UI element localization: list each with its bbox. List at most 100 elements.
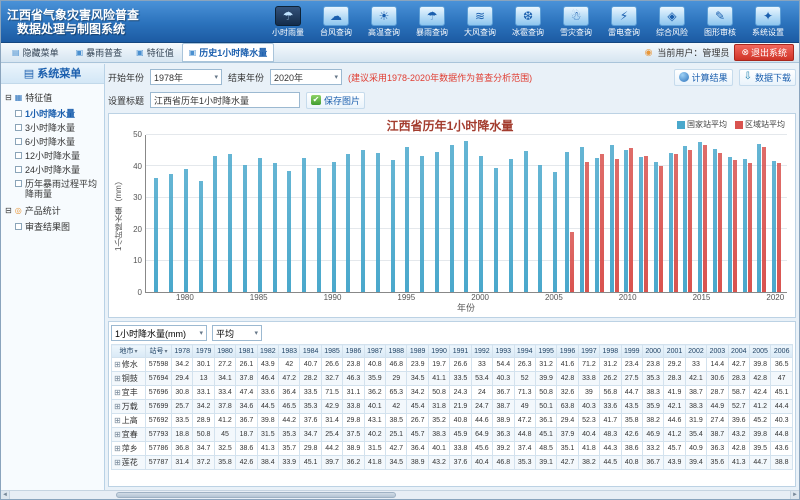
scroll-left-icon[interactable]: ◄ bbox=[1, 491, 10, 499]
sidebar-item-0-4[interactable]: 24小时降水量 bbox=[3, 163, 102, 177]
table-row-6[interactable]: ⊞萍乡5778636.834.732.538.641.335.729.844.2… bbox=[112, 442, 793, 456]
save-image-button[interactable]: ✔ 保存图片 bbox=[306, 92, 365, 109]
cell-value: 42 bbox=[279, 358, 300, 372]
cell-value: 29.2 bbox=[664, 358, 685, 372]
expand-icon[interactable]: ⊞ bbox=[114, 374, 121, 383]
item-checkbox[interactable] bbox=[15, 180, 22, 187]
expand-icon[interactable]: ⊞ bbox=[114, 430, 121, 439]
cell-value: 35.8 bbox=[621, 414, 642, 428]
toolbar-item-snow[interactable]: ☃雪灾查询 bbox=[553, 5, 599, 38]
cell-value: 41.2 bbox=[664, 428, 685, 442]
bar-group-2003 bbox=[518, 135, 533, 292]
toolbar-item-high-temp[interactable]: ☀高温查询 bbox=[361, 5, 407, 38]
toolbar-item-hail[interactable]: ❆冰雹查询 bbox=[505, 5, 551, 38]
sidebar-item-label: 1小时降水量 bbox=[25, 109, 75, 119]
cell-city: ⊞铜鼓 bbox=[112, 372, 146, 386]
chart-title-input[interactable] bbox=[150, 92, 300, 108]
toolbar-item-risk[interactable]: ◈综合风险 bbox=[649, 5, 695, 38]
table-row-3[interactable]: ⊞万载5769925.734.237.834.644.546.535.342.9… bbox=[112, 400, 793, 414]
toolbar-item-review[interactable]: ✎图形审核 bbox=[697, 5, 743, 38]
table-row-4[interactable]: ⊞上高5769233.528.941.236.739.844.237.631.4… bbox=[112, 414, 793, 428]
cell-value: 47 bbox=[771, 372, 793, 386]
bar-group-1985 bbox=[252, 135, 267, 292]
table-row-1[interactable]: ⊞铜鼓5769429.41334.137.846.447.228.232.746… bbox=[112, 372, 793, 386]
table-row-5[interactable]: ⊞宜春5779318.850.84518.731.535.334.725.437… bbox=[112, 428, 793, 442]
bar-group-2016 bbox=[710, 135, 725, 292]
expand-icon[interactable]: ⊞ bbox=[114, 416, 121, 425]
sidebar-item-0-2[interactable]: 6小时降水量 bbox=[3, 135, 102, 149]
collapse-icon[interactable]: ⊟ bbox=[5, 93, 12, 102]
cell-value: 42.1 bbox=[685, 372, 706, 386]
toolbar-item-typhoon[interactable]: ☁台风查询 bbox=[313, 5, 359, 38]
x-tick bbox=[162, 293, 176, 303]
calculate-button[interactable]: 计算结果 bbox=[674, 69, 733, 86]
item-checkbox[interactable] bbox=[15, 152, 22, 159]
toolbar-item-rainstorm[interactable]: ☂暴雨查询 bbox=[409, 5, 455, 38]
cell-value: 35.3 bbox=[642, 372, 663, 386]
sidebar-item-1-0[interactable]: 审查结果图 bbox=[3, 220, 102, 234]
table-col-station[interactable]: 站号▾ bbox=[146, 345, 172, 358]
cell-value: 27.5 bbox=[621, 372, 642, 386]
horizontal-scrollbar[interactable]: ◄ ► bbox=[1, 490, 799, 499]
logout-button[interactable]: ⊗ 退出系统 bbox=[734, 44, 794, 61]
metric-select[interactable]: 1小时降水量(mm) ▾ bbox=[111, 325, 207, 341]
start-year-select[interactable]: 1978年 ▾ bbox=[150, 69, 222, 85]
cell-value: 44.7 bbox=[749, 456, 770, 470]
expand-icon[interactable]: ⊞ bbox=[114, 458, 121, 467]
cell-value: 38.7 bbox=[493, 400, 514, 414]
tab-1[interactable]: ▣特征值 bbox=[130, 43, 180, 62]
table-row-2[interactable]: ⊞宜丰5769630.833.133.447.433.636.433.571.5… bbox=[112, 386, 793, 400]
end-year-select[interactable]: 2020年 ▾ bbox=[270, 69, 342, 85]
cell-value: 45.1 bbox=[771, 386, 793, 400]
cell-value: 33.8 bbox=[578, 372, 599, 386]
scroll-right-icon[interactable]: ► bbox=[790, 491, 799, 499]
cell-value: 24.7 bbox=[471, 400, 492, 414]
sidebar-item-0-3[interactable]: 12小时降水量 bbox=[3, 149, 102, 163]
tree-group-1[interactable]: ⊟◎产品统计 bbox=[3, 201, 102, 220]
bar-group-2006 bbox=[562, 135, 577, 292]
cell-value: 38.4 bbox=[257, 456, 278, 470]
toolbar-item-settings[interactable]: ✦系统设置 bbox=[745, 5, 791, 38]
item-checkbox[interactable] bbox=[15, 166, 22, 173]
bar-regional-2007 bbox=[585, 162, 589, 292]
cell-value: 43.6 bbox=[771, 442, 793, 456]
col-station-filter-icon[interactable]: ▾ bbox=[164, 349, 167, 355]
cell-value: 52.7 bbox=[728, 400, 749, 414]
cell-value: 32.7 bbox=[321, 372, 342, 386]
aggregation-select[interactable]: 平均 ▾ bbox=[212, 325, 262, 341]
expand-icon[interactable]: ⊞ bbox=[114, 402, 121, 411]
bar-national-1987 bbox=[287, 171, 291, 292]
sidebar-item-0-0[interactable]: 1小时降水量 bbox=[3, 107, 102, 121]
item-checkbox[interactable] bbox=[15, 138, 22, 145]
col-city-filter-icon[interactable]: ▾ bbox=[134, 349, 137, 355]
tab-0[interactable]: ▣暴雨普查 bbox=[70, 43, 129, 62]
expand-icon[interactable]: ⊞ bbox=[114, 444, 121, 453]
table-row-7[interactable]: ⊞莲花5778731.437.235.842.638.433.945.139.7… bbox=[112, 456, 793, 470]
menu-toggle-button[interactable]: ▤ 隐藏菜单 bbox=[6, 44, 65, 61]
toolbar-item-hour-rain[interactable]: ☂小时雨量 bbox=[265, 5, 311, 38]
item-checkbox[interactable] bbox=[15, 223, 22, 230]
download-button[interactable]: ⇩ 数据下载 bbox=[739, 69, 796, 86]
scrollbar-thumb[interactable] bbox=[116, 492, 396, 498]
bar-regional-2018 bbox=[748, 163, 752, 292]
bar-national-1988 bbox=[302, 158, 306, 292]
toolbar-item-wind[interactable]: ≋大风查询 bbox=[457, 5, 503, 38]
bar-group-2019 bbox=[754, 135, 769, 292]
sidebar-item-0-1[interactable]: 3小时降水量 bbox=[3, 121, 102, 135]
cell-value: 34.5 bbox=[407, 372, 428, 386]
item-checkbox[interactable] bbox=[15, 110, 22, 117]
expand-icon[interactable]: ⊞ bbox=[114, 360, 121, 369]
cell-value: 19.7 bbox=[428, 358, 449, 372]
sidebar-item-0-5[interactable]: 历年暴雨过程平均降雨量 bbox=[3, 177, 102, 201]
table-row-0[interactable]: ⊞修水5759834.230.127.226.143.94240.726.623… bbox=[112, 358, 793, 372]
bar-group-2012 bbox=[651, 135, 666, 292]
toolbar-item-lightning[interactable]: ⚡雷电查询 bbox=[601, 5, 647, 38]
tree-group-0[interactable]: ⊟▦特征值 bbox=[3, 88, 102, 107]
collapse-icon[interactable]: ⊟ bbox=[5, 206, 12, 215]
cell-value: 33.5 bbox=[450, 372, 471, 386]
table-col-city[interactable]: 地市▾ bbox=[112, 345, 146, 358]
expand-icon[interactable]: ⊞ bbox=[114, 388, 121, 397]
item-checkbox[interactable] bbox=[15, 124, 22, 131]
tab-2[interactable]: ▣历史1小时降水量 bbox=[182, 43, 275, 62]
bar-regional-2006 bbox=[570, 232, 574, 292]
